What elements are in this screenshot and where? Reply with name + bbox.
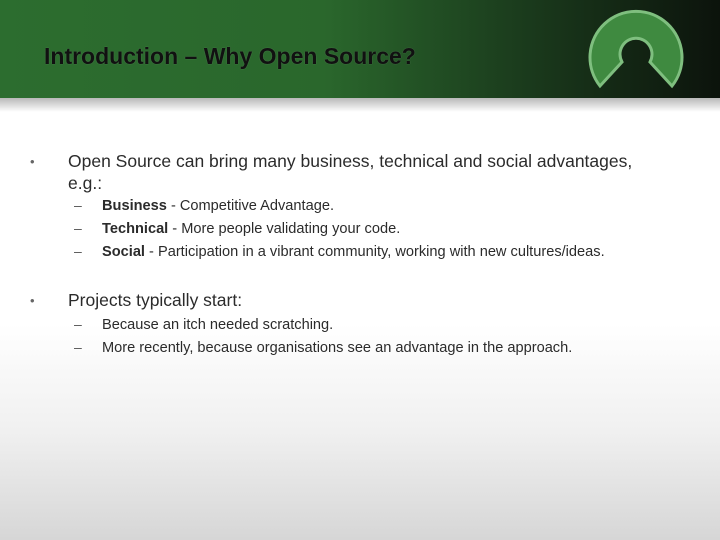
dash-marker: –	[74, 316, 82, 332]
subpoint-social-text: - Participation in a vibrant community, …	[145, 244, 605, 260]
subpoint-itch: Because an itch needed scratching.	[102, 316, 333, 334]
subpoint-business: Business - Competitive Advantage.	[102, 197, 334, 215]
subpoint-technical-text: - More people validating your code.	[168, 221, 401, 237]
bullet-marker: •	[30, 293, 35, 308]
bullet-point-1-line2: e.g.:	[68, 173, 103, 193]
subpoint-social-term: Social	[102, 244, 145, 260]
subpoint-itch-text: Because an itch needed scratching.	[102, 317, 334, 333]
bullet-point-1-line1: Open Source can bring many business, tec…	[68, 151, 633, 171]
subpoint-technical: Technical - More people validating your …	[102, 220, 400, 238]
dash-marker: –	[74, 197, 82, 213]
dash-marker: –	[74, 339, 82, 355]
bullet-marker: •	[30, 154, 35, 169]
subpoint-recently: More recently, because organisations see…	[102, 339, 572, 357]
subpoint-business-text: - Competitive Advantage.	[166, 198, 334, 214]
subpoint-business-term: Business	[102, 198, 167, 214]
subpoint-recently-text: More recently, because organisations see…	[102, 340, 573, 356]
slide-content: • Open Source can bring many business, t…	[0, 0, 720, 540]
subpoint-technical-term: Technical	[102, 221, 169, 237]
bullet-point-1: Open Source can bring many business, tec…	[68, 150, 668, 194]
subpoint-social: Social - Participation in a vibrant comm…	[102, 243, 605, 261]
bullet-point-2-line1: Projects typically start:	[68, 290, 243, 310]
bullet-point-2: Projects typically start:	[68, 289, 668, 311]
dash-marker: –	[74, 220, 82, 236]
dash-marker: –	[74, 243, 82, 259]
